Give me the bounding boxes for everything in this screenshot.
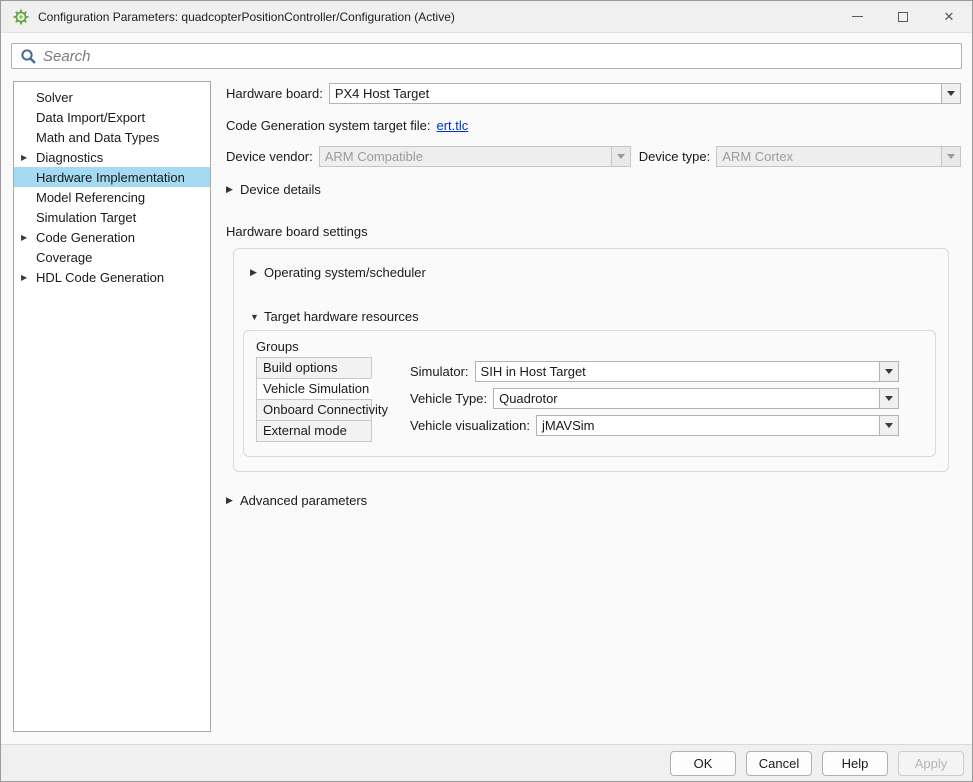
sidebar-item-coverage[interactable]: Coverage [14, 247, 210, 267]
sidebar-item-solver[interactable]: Solver [14, 87, 210, 107]
category-list: Solver Data Import/Export Math and Data … [13, 81, 211, 732]
device-type-dropdown-button [941, 147, 960, 166]
device-vendor-value: ARM Compatible [320, 147, 611, 166]
device-details-section-header[interactable]: ▶ Device details [226, 182, 961, 197]
vehicle-visualization-value: jMAVSim [537, 416, 879, 435]
title-bar: Configuration Parameters: quadcopterPosi… [1, 1, 972, 33]
group-tab-vehicle-simulation[interactable]: Vehicle Simulation [256, 378, 372, 400]
hardware-board-settings-box: ▶ Operating system/scheduler ▼ Target ha… [233, 248, 949, 472]
simulator-value: SIH in Host Target [476, 362, 879, 381]
target-hardware-resources-section-header[interactable]: ▼ Target hardware resources [250, 309, 936, 324]
device-type-label: Device type: [639, 149, 711, 164]
group-tab-build-options[interactable]: Build options [256, 357, 372, 379]
hardware-board-combo[interactable]: PX4 Host Target [329, 83, 961, 104]
chevron-down-icon [947, 91, 955, 96]
hardware-board-row: Hardware board: PX4 Host Target [226, 83, 961, 104]
os-scheduler-section-header[interactable]: ▶ Operating system/scheduler [250, 265, 936, 280]
advanced-parameters-label: Advanced parameters [240, 493, 367, 508]
ert-tlc-link[interactable]: ert.tlc [437, 118, 469, 133]
ok-button[interactable]: OK [670, 751, 736, 776]
maximize-button[interactable] [880, 1, 926, 33]
vehicle-type-combo[interactable]: Quadrotor [493, 388, 899, 409]
hardware-board-label: Hardware board: [226, 86, 323, 101]
chevron-down-icon [947, 154, 955, 159]
simulator-combo[interactable]: SIH in Host Target [475, 361, 899, 382]
help-button[interactable]: Help [822, 751, 888, 776]
groups-label: Groups [256, 339, 923, 354]
simulator-label: Simulator: [410, 364, 469, 379]
search-input[interactable] [43, 45, 961, 67]
device-type-combo: ARM Cortex [716, 146, 961, 167]
expand-arrow-icon[interactable]: ▶ [21, 273, 36, 282]
sidebar-item-hdl-code-generation[interactable]: ▶HDL Code Generation [14, 267, 210, 287]
target-hardware-resources-label: Target hardware resources [264, 309, 419, 324]
group-tab-external-mode[interactable]: External mode [256, 420, 372, 442]
window-title: Configuration Parameters: quadcopterPosi… [38, 10, 455, 24]
chevron-down-icon: ▼ [250, 312, 264, 322]
simulator-dropdown-button[interactable] [879, 362, 898, 381]
dialog-body: Solver Data Import/Export Math and Data … [1, 77, 972, 744]
os-scheduler-label: Operating system/scheduler [264, 265, 426, 280]
chevron-right-icon: ▶ [226, 495, 240, 506]
apply-button: Apply [898, 751, 964, 776]
window-controls: ✕ [834, 1, 972, 33]
maximize-icon [898, 12, 908, 22]
configuration-parameters-dialog: Configuration Parameters: quadcopterPosi… [0, 0, 973, 782]
device-details-label: Device details [240, 182, 321, 197]
sidebar-item-math-and-data-types[interactable]: Math and Data Types [14, 127, 210, 147]
vehicle-type-row: Vehicle Type: Quadrotor [410, 388, 899, 409]
vehicle-simulation-form: Simulator: SIH in Host Target Vehicle Ty… [372, 357, 923, 442]
groups-tab-list: Build options Vehicle Simulation Onboard… [256, 357, 372, 442]
expand-arrow-icon[interactable]: ▶ [21, 153, 36, 162]
target-hardware-resources-box: Groups Build options Vehicle Simulation … [243, 330, 936, 457]
hardware-board-value: PX4 Host Target [330, 84, 941, 103]
device-row: Device vendor: ARM Compatible Device typ… [226, 146, 961, 167]
search-row [1, 34, 972, 77]
chevron-down-icon [885, 423, 893, 428]
sidebar-item-diagnostics[interactable]: ▶Diagnostics [14, 147, 210, 167]
sidebar-item-data-import-export[interactable]: Data Import/Export [14, 107, 210, 127]
device-type-value: ARM Cortex [717, 147, 941, 166]
chevron-down-icon [885, 369, 893, 374]
hardware-board-settings-title: Hardware board settings [226, 224, 961, 239]
simulink-settings-gear-icon [13, 9, 29, 25]
chevron-right-icon: ▶ [250, 267, 264, 278]
dialog-footer: OK Cancel Help Apply [1, 744, 972, 781]
chevron-down-icon [885, 396, 893, 401]
vehicle-type-dropdown-button[interactable] [879, 389, 898, 408]
minimize-button[interactable] [834, 1, 880, 33]
close-button[interactable]: ✕ [926, 1, 972, 33]
hardware-board-dropdown-button[interactable] [941, 84, 960, 103]
sidebar-item-model-referencing[interactable]: Model Referencing [14, 187, 210, 207]
sidebar-item-code-generation[interactable]: ▶Code Generation [14, 227, 210, 247]
vehicle-visualization-combo[interactable]: jMAVSim [536, 415, 899, 436]
vehicle-visualization-dropdown-button[interactable] [879, 416, 898, 435]
expand-arrow-icon[interactable]: ▶ [21, 233, 36, 242]
minimize-icon [852, 16, 863, 17]
sidebar-item-simulation-target[interactable]: Simulation Target [14, 207, 210, 227]
device-vendor-combo: ARM Compatible [319, 146, 631, 167]
close-icon: ✕ [944, 10, 955, 23]
vehicle-type-value: Quadrotor [494, 389, 879, 408]
device-vendor-label: Device vendor: [226, 149, 313, 164]
search-box[interactable] [11, 43, 962, 69]
code-generation-target-label: Code Generation system target file: [226, 118, 431, 133]
search-icon [20, 48, 37, 65]
vehicle-visualization-label: Vehicle visualization: [410, 418, 530, 433]
cancel-button[interactable]: Cancel [746, 751, 812, 776]
chevron-right-icon: ▶ [226, 184, 240, 195]
chevron-down-icon [617, 154, 625, 159]
groups-area: Build options Vehicle Simulation Onboard… [256, 357, 923, 442]
sidebar-item-hardware-implementation[interactable]: Hardware Implementation [14, 167, 210, 187]
advanced-parameters-section-header[interactable]: ▶ Advanced parameters [226, 493, 961, 508]
vehicle-type-label: Vehicle Type: [410, 391, 487, 406]
settings-panel: Hardware board: PX4 Host Target Code Gen… [226, 77, 961, 744]
vehicle-visualization-row: Vehicle visualization: jMAVSim [410, 415, 899, 436]
code-generation-target-row: Code Generation system target file: ert.… [226, 118, 961, 133]
simulator-row: Simulator: SIH in Host Target [410, 361, 899, 382]
group-tab-onboard-connectivity[interactable]: Onboard Connectivity [256, 399, 372, 421]
device-vendor-dropdown-button [611, 147, 630, 166]
